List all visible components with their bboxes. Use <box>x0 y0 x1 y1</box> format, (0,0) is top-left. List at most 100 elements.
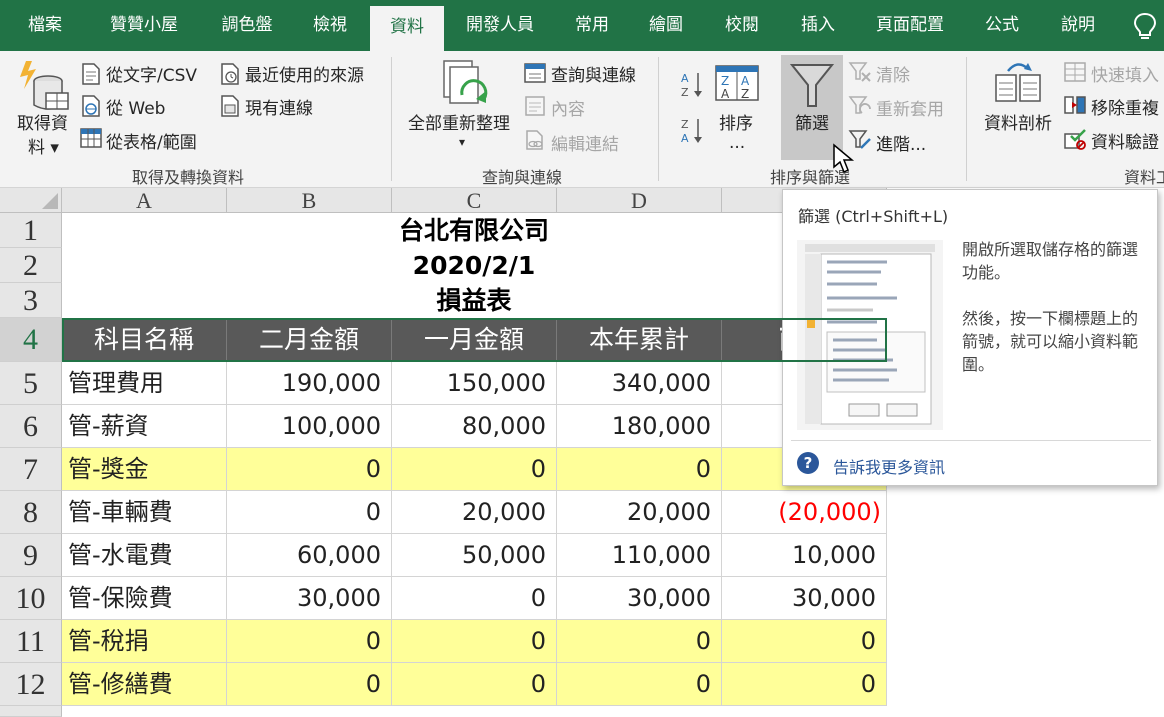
jan-amount-cell[interactable]: 80,000 <box>392 405 557 448</box>
help-icon[interactable]: ? <box>797 452 819 474</box>
report-title-cell[interactable]: 損益表 <box>62 284 886 318</box>
jan-amount-cell[interactable]: 0 <box>392 448 557 491</box>
tab-data[interactable]: 資料 <box>370 6 444 51</box>
feb-amount-cell[interactable]: 0 <box>227 663 392 706</box>
data-validation-button[interactable]: 資料驗證 <box>1091 128 1159 153</box>
row-header[interactable]: 10 <box>0 577 62 620</box>
sort-button[interactable]: 排序 <box>719 109 753 134</box>
jan-amount-cell[interactable]: 50,000 <box>392 534 557 577</box>
row-header[interactable]: 6 <box>0 405 62 448</box>
tab-help[interactable]: 說明 <box>1048 0 1108 51</box>
existing-connections-button[interactable]: 現有連線 <box>245 94 313 119</box>
sort-za-icon[interactable]: Z A <box>680 117 704 145</box>
ytd-amount-cell[interactable]: 20,000 <box>557 491 722 534</box>
row-header[interactable]: 3 <box>0 283 62 318</box>
feb-amount-cell[interactable]: 190,000 <box>227 362 392 405</box>
row-header[interactable]: 4 <box>0 318 62 362</box>
row-header[interactable]: 2 <box>0 248 62 283</box>
account-name-cell[interactable]: 管-獎金 <box>62 448 227 491</box>
report-date-cell[interactable]: 2020/2/1 <box>62 249 886 283</box>
jan-amount-cell[interactable]: 0 <box>392 577 557 620</box>
tab-formulas[interactable]: 公式 <box>972 0 1032 51</box>
diff-amount-cell[interactable]: (20,000) <box>722 491 887 534</box>
get-data-dropdown[interactable]: 料 ▾ <box>28 133 59 158</box>
header-cell[interactable]: 本年累計 <box>557 318 722 362</box>
from-web-button[interactable]: 從 Web <box>106 94 165 119</box>
row-header[interactable]: 7 <box>0 448 62 491</box>
diff-amount-cell[interactable]: 10,000 <box>722 534 887 577</box>
feb-amount-cell[interactable]: 0 <box>227 491 392 534</box>
row-header[interactable]: 11 <box>0 620 62 663</box>
diff-amount-cell[interactable]: 0 <box>722 663 887 706</box>
column-header-a[interactable]: A <box>62 188 227 213</box>
feb-amount-cell[interactable]: 60,000 <box>227 534 392 577</box>
edit-links-button[interactable]: 編輯連結 <box>551 130 619 155</box>
lightbulb-icon[interactable] <box>1132 12 1158 42</box>
select-all-corner[interactable] <box>0 188 62 213</box>
advanced-filter-button[interactable]: 進階... <box>876 130 926 155</box>
column-header-d[interactable]: D <box>557 188 722 213</box>
flash-fill-button[interactable]: 快速填入 <box>1091 61 1159 86</box>
refresh-all-button[interactable]: 全部重新整理 <box>408 109 510 134</box>
sort-az-icon[interactable]: A Z <box>680 71 704 99</box>
feb-amount-cell[interactable]: 30,000 <box>227 577 392 620</box>
ytd-amount-cell[interactable]: 340,000 <box>557 362 722 405</box>
account-name-cell[interactable]: 管-水電費 <box>62 534 227 577</box>
tab-draw[interactable]: 繪圖 <box>636 0 696 51</box>
ytd-amount-cell[interactable]: 180,000 <box>557 405 722 448</box>
feb-amount-cell[interactable]: 100,000 <box>227 405 392 448</box>
company-name-cell[interactable]: 台北有限公司 <box>62 214 886 248</box>
text-to-columns-button[interactable]: 資料剖析 <box>984 109 1052 134</box>
recent-sources-button[interactable]: 最近使用的來源 <box>245 61 364 86</box>
jan-amount-cell[interactable]: 0 <box>392 663 557 706</box>
feb-amount-cell[interactable]: 0 <box>227 620 392 663</box>
diff-amount-cell[interactable]: 0 <box>722 620 887 663</box>
row-header[interactable]: 5 <box>0 362 62 405</box>
tab-zanzan[interactable]: 贊贊小屋 <box>96 0 192 51</box>
ytd-amount-cell[interactable]: 0 <box>557 663 722 706</box>
queries-connections-button[interactable]: 查詢與連線 <box>551 61 636 86</box>
column-header-b[interactable]: B <box>227 188 392 213</box>
tab-developer[interactable]: 開發人員 <box>454 0 546 51</box>
feb-amount-cell[interactable]: 0 <box>227 448 392 491</box>
header-cell[interactable]: 一月金額 <box>392 318 557 362</box>
account-name-cell[interactable]: 管理費用 <box>62 362 227 405</box>
tab-file[interactable]: 檔案 <box>14 0 76 51</box>
refresh-all-dropdown[interactable]: ▾ <box>459 135 465 149</box>
header-cell[interactable]: 二月金額 <box>227 318 392 362</box>
ytd-amount-cell[interactable]: 0 <box>557 448 722 491</box>
account-name-cell[interactable]: 管-車輛費 <box>62 491 227 534</box>
remove-duplicates-button[interactable]: 移除重複 <box>1091 94 1159 119</box>
account-name-cell[interactable]: 管-薪資 <box>62 405 227 448</box>
tab-page-layout[interactable]: 頁面配置 <box>866 0 954 51</box>
ytd-amount-cell[interactable]: 0 <box>557 620 722 663</box>
jan-amount-cell[interactable]: 0 <box>392 620 557 663</box>
tell-me-more-link[interactable]: 告訴我更多資訊 <box>833 454 945 478</box>
header-cell[interactable]: 科目名稱 <box>62 318 227 362</box>
account-name-cell[interactable]: 管-稅捐 <box>62 620 227 663</box>
jan-amount-cell[interactable]: 150,000 <box>392 362 557 405</box>
tab-insert[interactable]: 插入 <box>788 0 848 51</box>
row-header[interactable] <box>0 706 62 717</box>
tab-home[interactable]: 常用 <box>562 0 622 51</box>
jan-amount-cell[interactable]: 20,000 <box>392 491 557 534</box>
from-text-csv-button[interactable]: 從文字/CSV <box>106 61 197 86</box>
column-header-c[interactable]: C <box>392 188 557 213</box>
tab-review[interactable]: 校閱 <box>712 0 772 51</box>
tab-palette[interactable]: 調色盤 <box>212 0 282 51</box>
ytd-amount-cell[interactable]: 110,000 <box>557 534 722 577</box>
from-table-range-button[interactable]: 從表格/範圍 <box>106 128 197 153</box>
get-data-button[interactable]: 取得資 <box>17 109 68 134</box>
row-header[interactable]: 1 <box>0 213 62 248</box>
tab-view[interactable]: 檢視 <box>302 0 358 51</box>
row-header[interactable]: 9 <box>0 534 62 577</box>
account-name-cell[interactable]: 管-修繕費 <box>62 663 227 706</box>
account-name-cell[interactable]: 管-保險費 <box>62 577 227 620</box>
row-header[interactable]: 8 <box>0 491 62 534</box>
properties-button[interactable]: 內容 <box>551 95 585 120</box>
row-header[interactable]: 12 <box>0 663 62 706</box>
diff-amount-cell[interactable]: 30,000 <box>722 577 887 620</box>
clear-filter-button[interactable]: 清除 <box>876 61 910 86</box>
reapply-button[interactable]: 重新套用 <box>876 95 944 120</box>
ytd-amount-cell[interactable]: 30,000 <box>557 577 722 620</box>
